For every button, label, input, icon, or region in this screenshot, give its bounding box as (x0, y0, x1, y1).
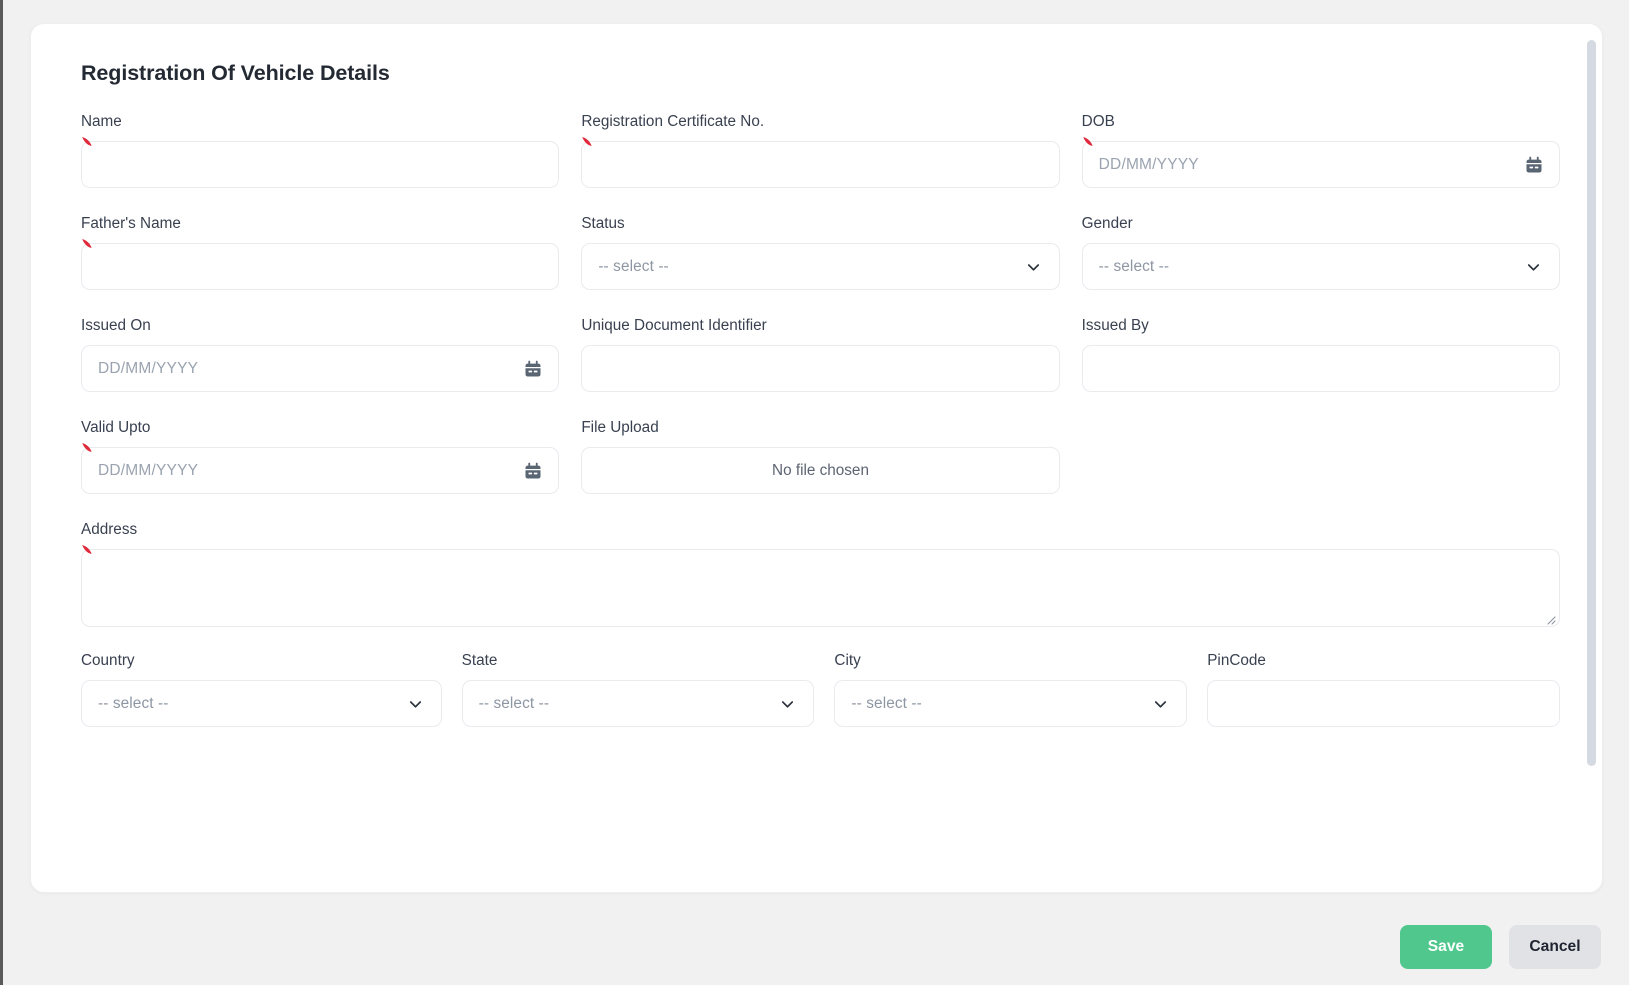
issued-by-input[interactable] (1081, 345, 1560, 392)
file-upload-status-text: No file chosen (772, 461, 869, 479)
label-file-upload: File Upload (581, 419, 659, 436)
label-pincode: PinCode (1207, 652, 1266, 669)
country-select-value: -- select -- (98, 694, 169, 712)
label-city: City (834, 652, 861, 669)
form-scrollbar[interactable] (1587, 32, 1596, 886)
state-select[interactable]: -- select -- (461, 680, 815, 727)
page-root: Registration Of Vehicle Details Name Reg… (0, 0, 1629, 985)
field-issued-by: Issued By (1081, 317, 1560, 392)
label-fathers-name: Father's Name (81, 215, 181, 232)
dob-input[interactable]: DD/MM/YYYY (1081, 137, 1560, 188)
label-gender: Gender (1081, 215, 1133, 232)
field-issued-on: Issued On DD/MM/YYYY (81, 317, 560, 392)
field-country: Country -- select -- (81, 652, 442, 727)
name-input[interactable] (81, 137, 560, 188)
form-scrollbar-thumb[interactable] (1587, 40, 1596, 766)
city-select[interactable]: -- select -- (834, 680, 1188, 727)
valid-upto-input[interactable]: DD/MM/YYYY (81, 443, 560, 494)
field-pincode: PinCode (1207, 652, 1561, 727)
registration-form-card: Registration Of Vehicle Details Name Reg… (30, 23, 1603, 893)
required-marker-icon (80, 237, 95, 257)
required-marker-icon (80, 543, 95, 563)
calendar-icon[interactable] (523, 461, 543, 481)
field-row4-spacer (1082, 419, 1560, 494)
form-body: Registration Of Vehicle Details Name Reg… (31, 24, 1602, 892)
pincode-input[interactable] (1207, 680, 1561, 727)
form-row-4: Valid Upto DD/MM/YYYY File Upload No fil… (81, 419, 1560, 494)
form-row-5: Address (81, 521, 1560, 627)
label-country: Country (81, 652, 135, 669)
save-button[interactable]: Save (1400, 925, 1492, 969)
form-row-3: Issued On DD/MM/YYYY Unique Document Ide… (81, 317, 1560, 392)
form-actions: Save Cancel (1400, 925, 1601, 969)
field-registration-certificate-no: Registration Certificate No. (581, 113, 1060, 188)
file-upload-input[interactable]: No file chosen (581, 447, 1060, 494)
address-textarea[interactable] (81, 545, 1560, 627)
label-dob: DOB (1081, 113, 1115, 130)
label-valid-upto: Valid Upto (81, 419, 151, 436)
label-unique-document-identifier: Unique Document Identifier (581, 317, 767, 334)
field-fathers-name: Father's Name (81, 215, 560, 290)
required-marker-icon (80, 135, 95, 155)
state-select-value: -- select -- (478, 694, 550, 712)
issued-on-input[interactable]: DD/MM/YYYY (81, 345, 560, 392)
chevron-down-icon[interactable] (1024, 257, 1043, 276)
chevron-down-icon[interactable] (406, 694, 425, 713)
registration-certificate-no-input[interactable] (581, 137, 1060, 188)
required-marker-icon (80, 441, 95, 461)
label-status: Status (581, 215, 625, 232)
resize-handle-icon[interactable] (1544, 612, 1556, 625)
required-marker-icon (580, 135, 595, 155)
field-name: Name (81, 113, 560, 188)
field-dob: DOB DD/MM/YYYY (1081, 113, 1560, 188)
field-gender: Gender -- select -- (1081, 215, 1560, 290)
label-issued-on: Issued On (81, 317, 151, 334)
page-title: Registration Of Vehicle Details (81, 61, 390, 85)
chevron-down-icon[interactable] (1524, 257, 1543, 276)
label-state: State (461, 652, 498, 669)
page-left-edge (0, 0, 3, 985)
field-valid-upto: Valid Upto DD/MM/YYYY (81, 419, 560, 494)
fathers-name-input[interactable] (81, 239, 560, 290)
country-select[interactable]: -- select -- (81, 680, 442, 727)
form-row-1: Name Registration Certificate No. DOB DD… (81, 113, 1560, 188)
label-address: Address (81, 521, 138, 538)
chevron-down-icon[interactable] (1151, 694, 1170, 713)
status-select-value: -- select -- (598, 257, 669, 275)
issued-on-placeholder: DD/MM/YYYY (98, 359, 199, 377)
chevron-down-icon[interactable] (778, 694, 797, 713)
cancel-button[interactable]: Cancel (1509, 925, 1601, 969)
required-marker-icon (1081, 135, 1096, 155)
label-registration-certificate-no: Registration Certificate No. (581, 113, 765, 130)
dob-placeholder: DD/MM/YYYY (1098, 155, 1199, 173)
field-status: Status -- select -- (581, 215, 1060, 290)
label-issued-by: Issued By (1081, 317, 1149, 334)
city-select-value: -- select -- (851, 694, 922, 712)
field-city: City -- select -- (834, 652, 1188, 727)
label-name: Name (81, 113, 122, 130)
field-address: Address (81, 521, 1560, 627)
field-unique-document-identifier: Unique Document Identifier (581, 317, 1060, 392)
gender-select[interactable]: -- select -- (1081, 243, 1560, 290)
field-file-upload: File Upload No file chosen (581, 419, 1060, 494)
form-row-6: Country -- select -- State -- select -- (81, 652, 1561, 727)
valid-upto-placeholder: DD/MM/YYYY (98, 461, 199, 479)
field-state: State -- select -- (461, 652, 815, 727)
calendar-icon[interactable] (1524, 155, 1544, 175)
status-select[interactable]: -- select -- (581, 243, 1060, 290)
unique-document-identifier-input[interactable] (581, 345, 1060, 392)
gender-select-value: -- select -- (1098, 257, 1170, 275)
calendar-icon[interactable] (523, 359, 543, 379)
form-row-2: Father's Name Status -- select -- Gender… (81, 215, 1560, 290)
